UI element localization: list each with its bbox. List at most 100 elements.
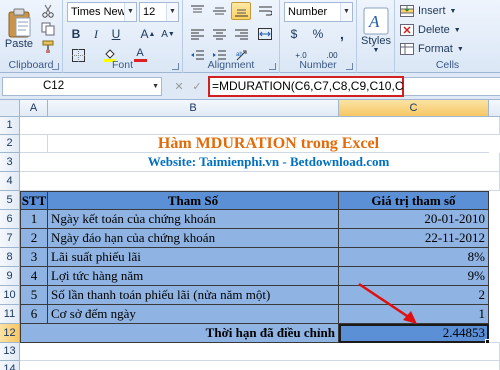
- stt-cell[interactable]: 4: [20, 267, 48, 286]
- row-header-12[interactable]: 12: [0, 324, 20, 343]
- result-label[interactable]: Thời hạn đã điều chỉnh: [20, 324, 339, 343]
- sheet-title[interactable]: Hàm MDURATION trong Excel: [48, 135, 489, 153]
- align-left-button[interactable]: [187, 25, 207, 43]
- format-label: Format: [418, 43, 453, 55]
- shrink-font-button[interactable]: A ▼: [159, 25, 177, 43]
- align-middle-button[interactable]: [209, 2, 229, 20]
- row-header-4[interactable]: 4: [0, 172, 20, 191]
- param-cell[interactable]: Lợi tức hàng năm: [48, 267, 339, 286]
- underline-button[interactable]: U: [107, 25, 125, 43]
- format-button[interactable]: Format ▼: [399, 40, 489, 58]
- delete-button[interactable]: Delete ▼: [399, 21, 489, 39]
- row-header-10[interactable]: 10: [0, 286, 20, 305]
- comma-label: ,: [340, 26, 344, 42]
- empty-cell[interactable]: [20, 135, 48, 153]
- italic-button[interactable]: I: [87, 25, 105, 43]
- row-header-13[interactable]: 13: [0, 343, 20, 361]
- param-cell[interactable]: Lãi suất phiếu lãi: [48, 248, 339, 267]
- stt-cell[interactable]: 3: [20, 248, 48, 267]
- column-header-a[interactable]: A: [20, 100, 48, 117]
- number-format-select[interactable]: Number ▼: [284, 2, 353, 22]
- merge-center-button[interactable]: [255, 25, 275, 43]
- stt-cell[interactable]: 2: [20, 229, 48, 248]
- row-header-9[interactable]: 9: [0, 267, 20, 286]
- param-cell[interactable]: Ngày đáo hạn của chứng khoán: [48, 229, 339, 248]
- param-cell[interactable]: Cơ sở đếm ngày: [48, 305, 339, 324]
- value-cell[interactable]: 20-01-2010: [339, 210, 489, 229]
- grow-font-button[interactable]: A ▲: [139, 25, 157, 43]
- cut-button[interactable]: [38, 3, 58, 19]
- delete-cells-icon: [400, 24, 414, 36]
- number-group: Number ▼ $ % , +.0 .00 Number: [280, 0, 357, 73]
- chevron-down-icon[interactable]: ▼: [166, 3, 178, 21]
- font-size-select[interactable]: 12 ▼: [139, 2, 179, 22]
- copy-button[interactable]: [38, 21, 58, 37]
- align-top-button[interactable]: [187, 2, 207, 20]
- column-header-d[interactable]: [489, 100, 500, 117]
- align-bottom-icon: [234, 9, 248, 17]
- column-header-b[interactable]: B: [48, 100, 339, 117]
- value-cell[interactable]: 8%: [339, 248, 489, 267]
- row-header-5[interactable]: 5: [0, 191, 20, 210]
- row-header-1[interactable]: 1: [0, 117, 20, 135]
- empty-row[interactable]: [20, 343, 500, 361]
- number-launcher-icon[interactable]: [346, 63, 353, 70]
- wrap-text-button[interactable]: [255, 2, 275, 20]
- empty-row[interactable]: [20, 117, 500, 135]
- select-all-button[interactable]: [0, 100, 20, 117]
- align-bottom-button[interactable]: [231, 2, 251, 20]
- align-left-icon: [190, 29, 204, 40]
- enter-icon[interactable]: ✓: [192, 80, 201, 93]
- paste-button[interactable]: Paste: [2, 2, 36, 56]
- bold-button[interactable]: B: [67, 25, 85, 43]
- row-header-6[interactable]: 6: [0, 210, 20, 229]
- empty-row[interactable]: [20, 172, 500, 191]
- header-value[interactable]: Giá trị tham số: [339, 191, 489, 210]
- annotation-arrow-icon: [358, 282, 417, 324]
- chevron-down-icon[interactable]: ▼: [152, 78, 159, 95]
- header-stt[interactable]: STT: [20, 191, 48, 210]
- column-header-c[interactable]: C: [339, 100, 489, 117]
- formula-bar: C12 ▼ ✕ ✓ =MDURATION(C6,C7,C8,C9,C10,C11…: [0, 73, 500, 100]
- delete-label: Delete: [418, 24, 450, 36]
- clipboard-launcher-icon[interactable]: [52, 63, 59, 70]
- row-header-14[interactable]: 14: [0, 361, 20, 370]
- styles-label: Styles: [361, 34, 391, 47]
- cancel-icon[interactable]: ✕: [174, 80, 183, 93]
- stt-cell[interactable]: 1: [20, 210, 48, 229]
- empty-row[interactable]: [20, 361, 500, 370]
- align-center-button[interactable]: [209, 25, 229, 43]
- website-text[interactable]: Website: Taimienphi.vn - Betdownload.com: [48, 153, 489, 172]
- clipboard-icon: [8, 8, 31, 38]
- chevron-down-icon[interactable]: ▼: [340, 3, 352, 21]
- align-center-icon: [212, 29, 226, 40]
- chevron-down-icon[interactable]: ▼: [124, 3, 136, 21]
- empty-column-d[interactable]: [489, 135, 500, 343]
- stt-cell[interactable]: 5: [20, 286, 48, 305]
- row-header-3[interactable]: 3: [0, 153, 20, 172]
- formula-input-extension[interactable]: [404, 77, 500, 96]
- param-cell[interactable]: Số lần thanh toán phiếu lãi (nửa năm một…: [48, 286, 339, 305]
- row-header-11[interactable]: 11: [0, 305, 20, 324]
- value-cell[interactable]: 22-11-2012: [339, 229, 489, 248]
- font-launcher-icon[interactable]: [172, 63, 179, 70]
- name-box-value: C12: [43, 80, 65, 92]
- worksheet-grid[interactable]: A B C 1 2 3 4 5 6 7 8 9 10 11 12 13 14 H…: [0, 100, 500, 370]
- row-header-7[interactable]: 7: [0, 229, 20, 248]
- formula-input[interactable]: =MDURATION(C6,C7,C8,C9,C10,C11): [208, 76, 420, 97]
- font-name-select[interactable]: Times New Ro ▼: [67, 2, 137, 22]
- header-param[interactable]: Tham Số: [48, 191, 339, 210]
- stt-cell[interactable]: 6: [20, 305, 48, 324]
- align-right-button[interactable]: [231, 25, 251, 43]
- comma-button[interactable]: ,: [332, 25, 352, 43]
- alignment-launcher-icon[interactable]: [269, 63, 276, 70]
- row-header-2[interactable]: 2: [0, 135, 20, 153]
- insert-button[interactable]: Insert ▼: [399, 2, 489, 20]
- currency-button[interactable]: $: [284, 25, 304, 43]
- param-cell[interactable]: Ngày kết toán của chứng khoán: [48, 210, 339, 229]
- name-box[interactable]: C12 ▼: [2, 77, 162, 96]
- styles-button[interactable]: A Styles ▼: [359, 2, 393, 58]
- row-header-8[interactable]: 8: [0, 248, 20, 267]
- percent-button[interactable]: %: [308, 25, 328, 43]
- format-painter-button[interactable]: [38, 39, 58, 55]
